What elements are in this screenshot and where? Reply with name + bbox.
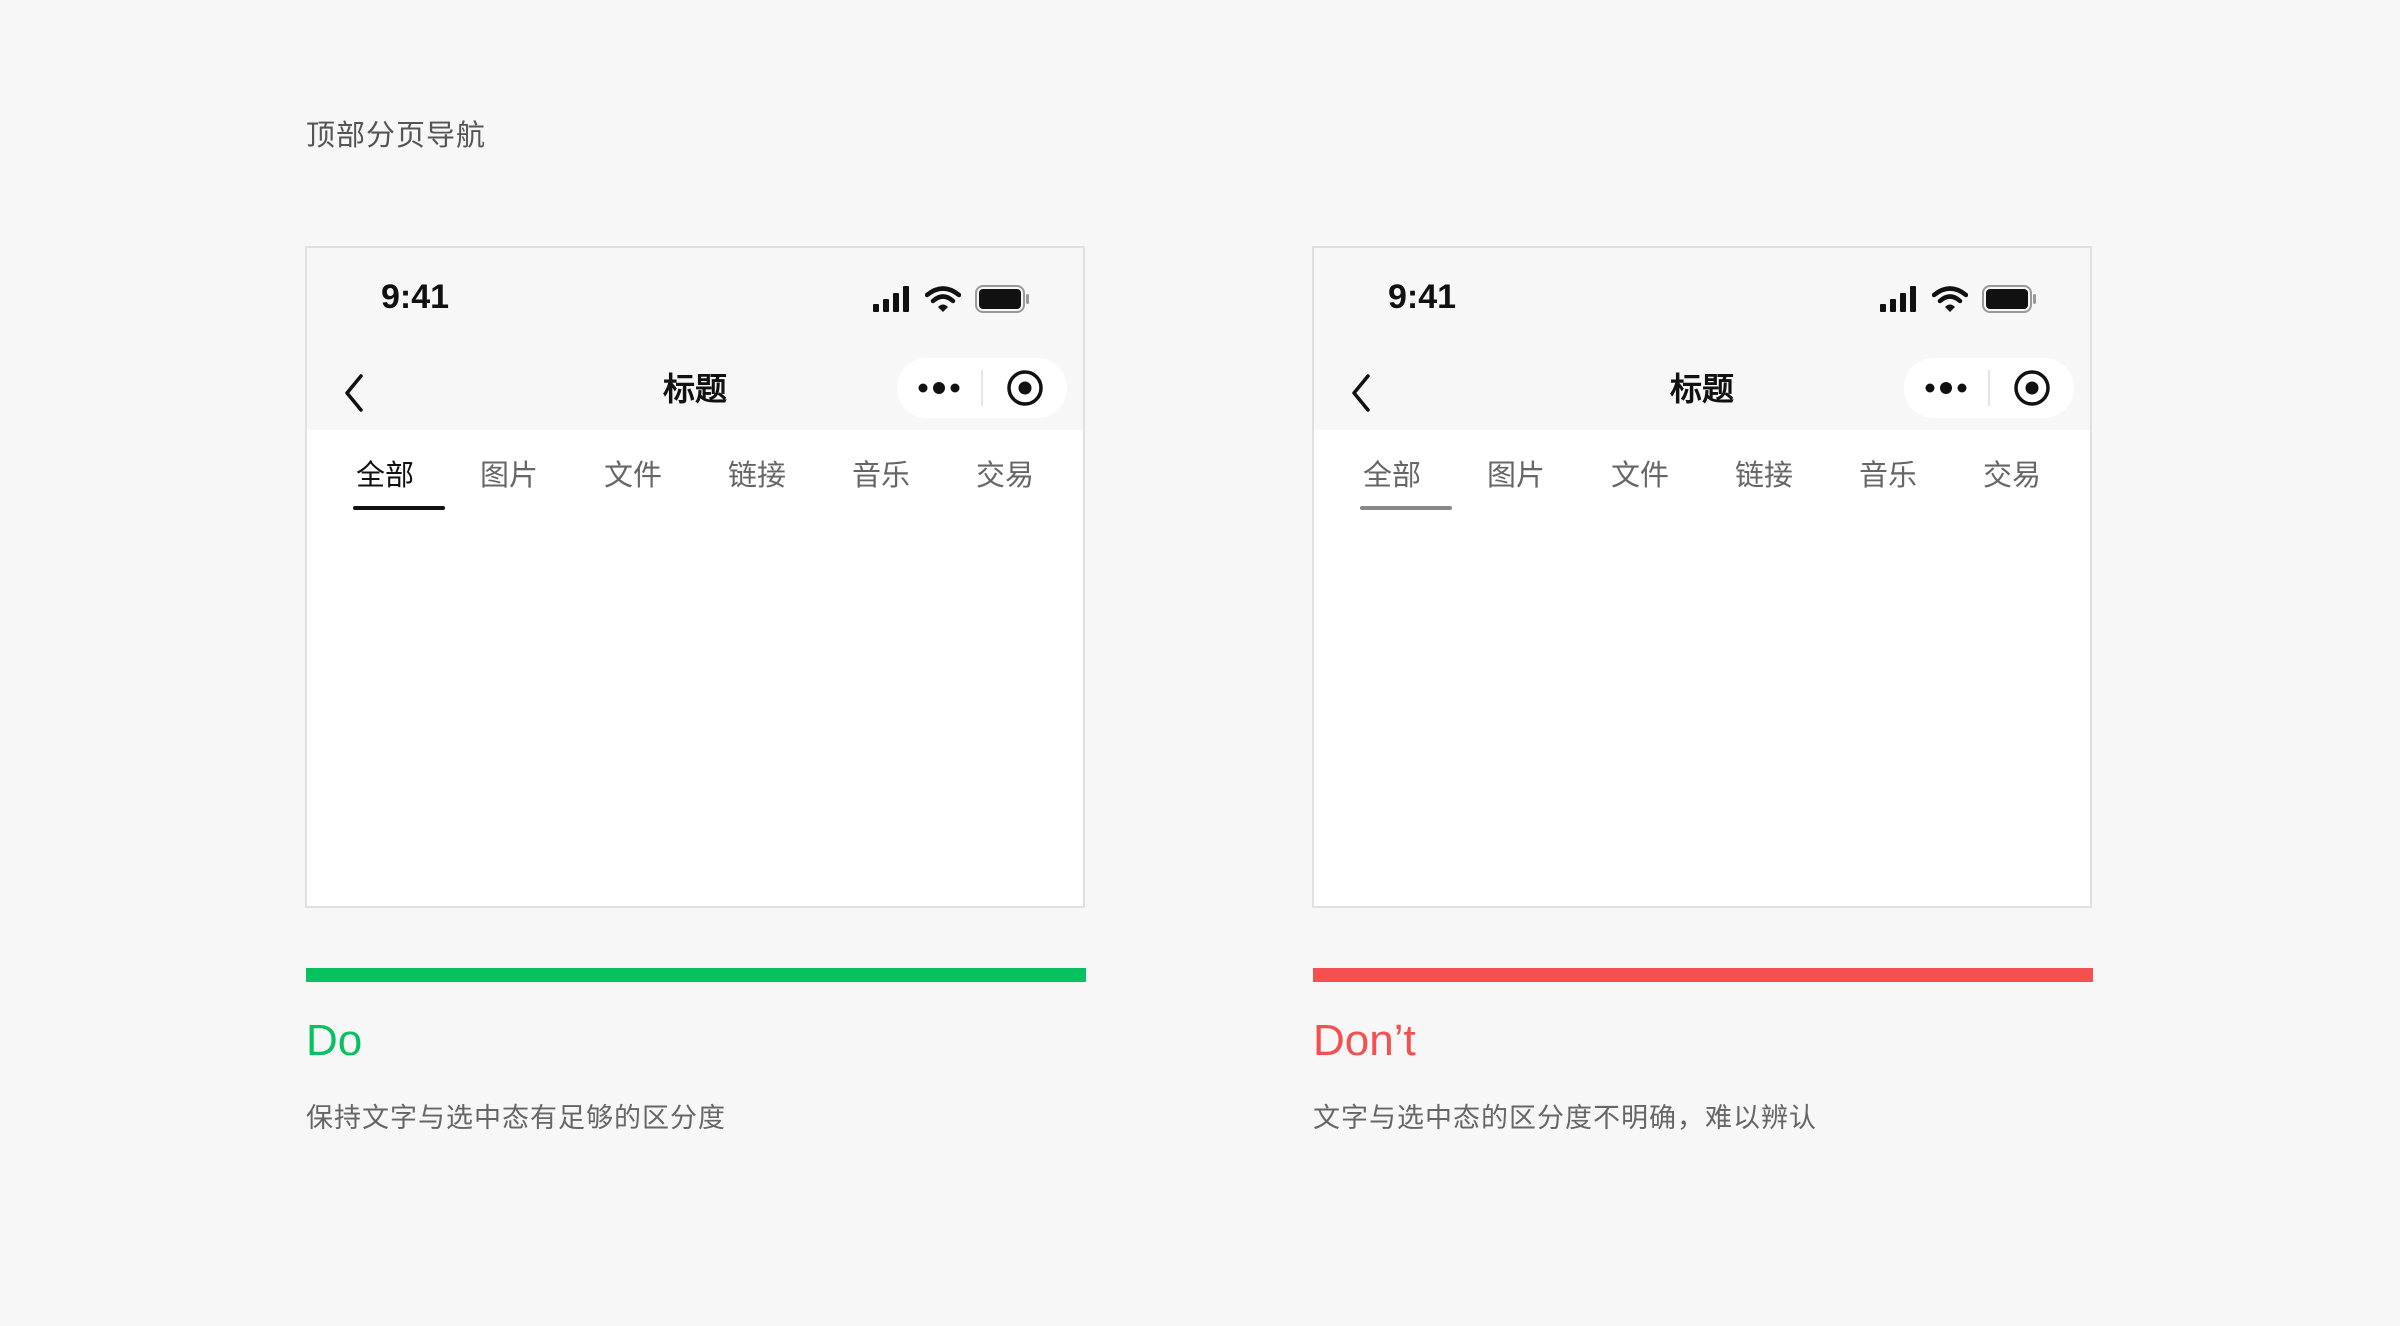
page-title: 顶部分页导航 xyxy=(306,118,487,152)
battery-icon xyxy=(1982,285,2036,313)
more-icon xyxy=(1925,382,1967,394)
do-indicator-bar xyxy=(306,968,1086,982)
tab-files[interactable]: 文件 xyxy=(571,452,695,494)
header-area: 9:41 标题 xyxy=(307,248,1083,430)
tab-bar: 全部 图片 文件 链接 音乐 交易 xyxy=(307,430,1083,520)
more-button[interactable] xyxy=(1904,358,1988,418)
more-button[interactable] xyxy=(897,358,981,418)
do-label: Do xyxy=(306,1016,363,1065)
tab-links[interactable]: 链接 xyxy=(1702,452,1826,494)
dont-description: 文字与选中态的区分度不明确，难以辨认 xyxy=(1313,1103,1817,1134)
dont-label: Don’t xyxy=(1313,1016,1416,1065)
status-time: 9:41 xyxy=(1388,278,1457,316)
tab-underline xyxy=(1360,506,1452,510)
capsule-menu xyxy=(1904,358,2074,418)
close-button[interactable] xyxy=(983,358,1067,418)
tab-trades[interactable]: 交易 xyxy=(1950,452,2074,494)
signal-icon xyxy=(873,286,909,312)
target-icon xyxy=(1007,370,1043,406)
tab-images[interactable]: 图片 xyxy=(1454,452,1578,494)
tab-all[interactable]: 全部 xyxy=(323,452,447,510)
capsule-menu xyxy=(897,358,1067,418)
dont-indicator-bar xyxy=(1313,968,2093,982)
more-icon xyxy=(918,382,960,394)
tab-images[interactable]: 图片 xyxy=(447,452,571,494)
phone-mockup-dont: 9:41 标题 全部 图片 文件 链接 音乐 交易 xyxy=(1312,246,2092,908)
status-icons xyxy=(1880,284,2038,314)
header-area: 9:41 标题 xyxy=(1314,248,2090,430)
signal-icon xyxy=(1880,286,1916,312)
status-time: 9:41 xyxy=(381,278,450,316)
tab-all[interactable]: 全部 xyxy=(1330,452,1454,510)
tab-trades[interactable]: 交易 xyxy=(943,452,1067,494)
target-icon xyxy=(2014,370,2050,406)
tab-links[interactable]: 链接 xyxy=(695,452,819,494)
close-button[interactable] xyxy=(1990,358,2074,418)
tab-bar: 全部 图片 文件 链接 音乐 交易 xyxy=(1314,430,2090,520)
phone-mockup-do: 9:41 标题 全部 图片 文件 链接 音乐 交易 xyxy=(305,246,1085,908)
do-description: 保持文字与选中态有足够的区分度 xyxy=(306,1103,726,1134)
tab-files[interactable]: 文件 xyxy=(1578,452,1702,494)
status-icons xyxy=(873,284,1031,314)
battery-icon xyxy=(975,285,1029,313)
tab-underline xyxy=(353,506,445,510)
wifi-icon xyxy=(1932,286,1968,312)
wifi-icon xyxy=(925,286,961,312)
tab-music[interactable]: 音乐 xyxy=(819,452,943,494)
tab-music[interactable]: 音乐 xyxy=(1826,452,1950,494)
